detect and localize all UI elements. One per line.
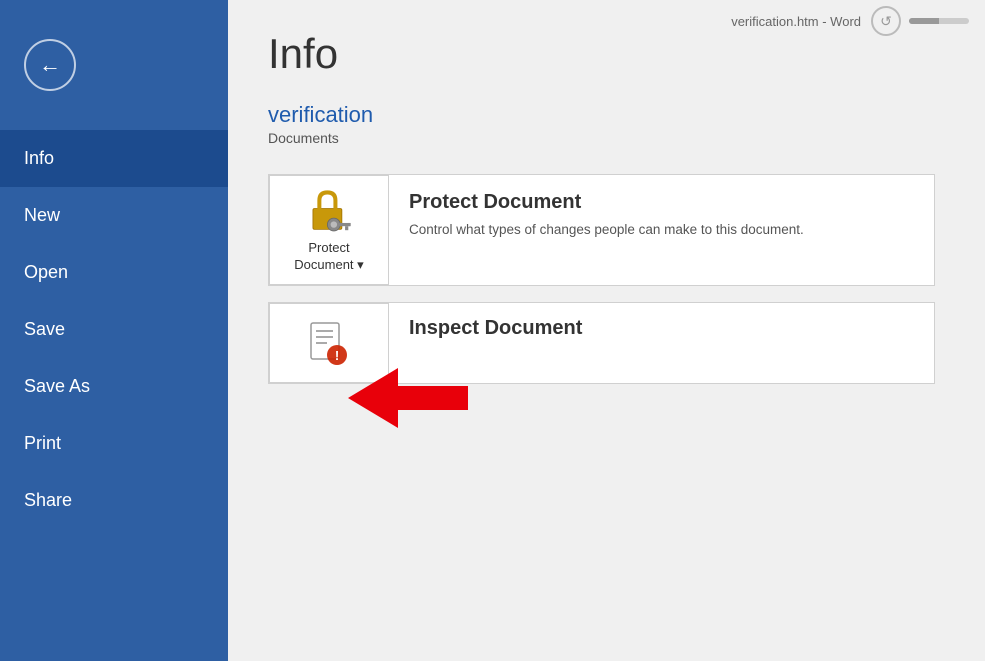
svg-text:!: ! bbox=[335, 348, 339, 363]
protect-document-title: Protect Document bbox=[409, 191, 914, 214]
sidebar-item-open[interactable]: Open bbox=[0, 244, 228, 301]
protect-document-button[interactable]: ProtectDocument ▾ bbox=[269, 175, 389, 285]
sidebar-item-share[interactable]: Share bbox=[0, 472, 228, 529]
protect-document-icon-label: ProtectDocument ▾ bbox=[294, 240, 363, 274]
sidebar-item-new[interactable]: New bbox=[0, 187, 228, 244]
title-bar-text: verification.htm - Word bbox=[731, 14, 861, 29]
window-progress-fill bbox=[909, 18, 939, 24]
back-button[interactable]: ← bbox=[24, 39, 76, 91]
protect-document-info: Protect Document Control what types of c… bbox=[389, 175, 934, 256]
window-refresh-icon: ↺ bbox=[871, 6, 901, 36]
nav-label-save: Save bbox=[24, 319, 65, 339]
protect-document-desc: Control what types of changes people can… bbox=[409, 220, 914, 240]
nav-label-print: Print bbox=[24, 433, 61, 453]
content-area: verification.htm - Word ↺ Info verificat… bbox=[228, 0, 985, 661]
nav-label-open: Open bbox=[24, 262, 68, 282]
sidebar-item-saveas[interactable]: Save As bbox=[0, 358, 228, 415]
document-location: Documents bbox=[268, 130, 945, 146]
back-arrow-icon: ← bbox=[39, 54, 61, 76]
document-name: verification bbox=[268, 102, 945, 128]
nav-label-share: Share bbox=[24, 490, 72, 510]
inspect-document-info: Inspect Document bbox=[389, 303, 602, 354]
sidebar-item-print[interactable]: Print bbox=[0, 415, 228, 472]
inspect-icon: ! bbox=[307, 321, 351, 365]
sidebar-item-info[interactable]: Info bbox=[0, 130, 228, 187]
nav-label-new: New bbox=[24, 205, 60, 225]
inspect-document-title: Inspect Document bbox=[409, 317, 582, 340]
window-icons: ↺ bbox=[871, 6, 969, 36]
protect-document-card: ProtectDocument ▾ Protect Document Contr… bbox=[268, 174, 935, 286]
title-bar: verification.htm - Word ↺ bbox=[715, 0, 985, 42]
lock-icon bbox=[304, 186, 354, 234]
nav-label-saveas: Save As bbox=[24, 376, 90, 396]
sidebar-item-save[interactable]: Save bbox=[0, 301, 228, 358]
nav-label-info: Info bbox=[24, 148, 54, 168]
back-button-area: ← bbox=[0, 0, 228, 130]
sidebar: ← Info New Open Save Save As Print Share bbox=[0, 0, 228, 661]
window-progress-bar bbox=[909, 18, 969, 24]
red-arrow-annotation bbox=[348, 368, 468, 433]
